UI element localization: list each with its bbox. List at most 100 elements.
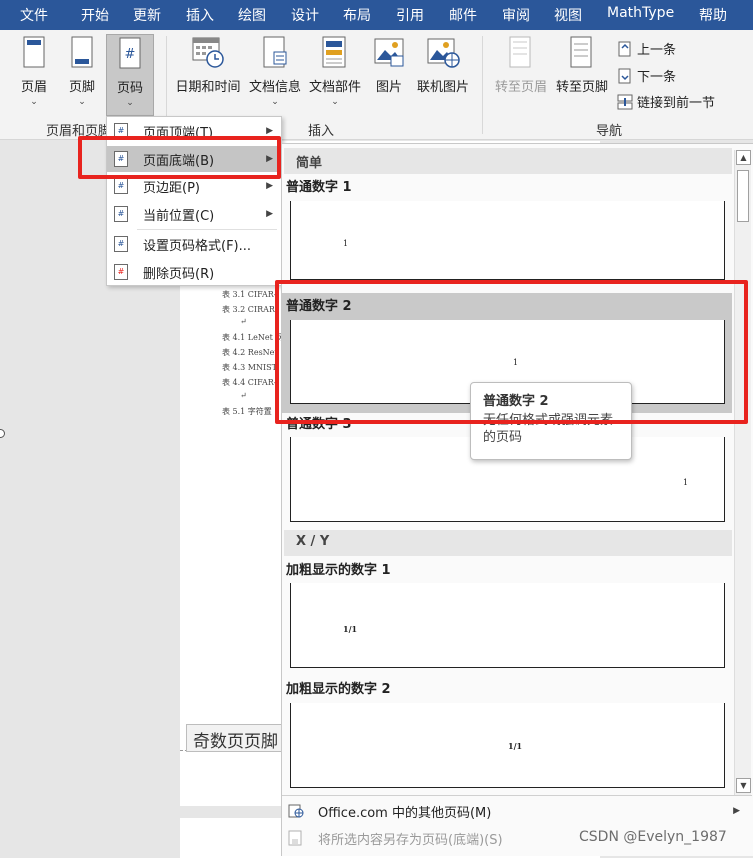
format-page-numbers-icon: # (114, 236, 128, 252)
chevron-down-icon: ⌄ (331, 97, 339, 107)
more-page-numbers-item[interactable]: Office.com 中的其他页码(M) ▶ (282, 798, 752, 824)
scroll-up-icon[interactable]: ▲ (736, 150, 751, 165)
gallery-section-xy: X / Y (284, 530, 732, 556)
toc-line: 表 4.4 CIFAR- (222, 378, 277, 387)
gallery-scrollbar[interactable]: ▲ ▼ (734, 150, 751, 795)
page-number-icon: # (119, 37, 141, 69)
next-button[interactable]: 下一条 (617, 66, 676, 85)
gallery-section-simple: 简单 (284, 148, 732, 174)
next-section-icon (618, 68, 631, 83)
chevron-down-icon: ⌄ (271, 97, 279, 107)
header-label: 页眉 (20, 80, 47, 95)
tab-review[interactable]: 审阅 (502, 5, 530, 25)
page-number-preview: 1/1 (508, 741, 523, 751)
tab-home[interactable]: 开始 (81, 5, 109, 25)
previous-section-icon (618, 41, 631, 56)
page-number-preview: 1 (683, 478, 689, 487)
menu-divider (137, 229, 277, 230)
tab-update[interactable]: 更新 (133, 5, 161, 25)
doc-parts-label: 文档部件 (308, 80, 361, 95)
tab-file[interactable]: 文件 (20, 5, 48, 25)
footer-icon (71, 36, 93, 68)
goto-footer-label: 转至页脚 (555, 80, 608, 95)
link-previous-icon (617, 94, 633, 109)
tab-layout[interactable]: 布局 (343, 5, 371, 25)
online-picture-label: 联机图片 (416, 80, 469, 95)
group-label-insert: 插入 (308, 124, 335, 139)
chevron-down-icon: ⌄ (126, 98, 134, 108)
footer-label: 页脚 (68, 80, 95, 95)
goto-footer-icon (570, 36, 592, 68)
header-icon (23, 36, 45, 68)
doc-info-button[interactable]: 文档信息 ⌄ (246, 36, 304, 107)
gallery-divider (282, 795, 752, 796)
gallery-item-bold-number-1[interactable]: 1/1 (290, 583, 725, 668)
online-picture-button[interactable]: 联机图片 (412, 36, 474, 95)
group-label-navigation: 导航 (596, 124, 623, 139)
office-online-icon (288, 804, 304, 818)
picture-label: 图片 (375, 80, 402, 95)
gallery-item-title: 加粗显示的数字 2 (286, 682, 391, 697)
link-previous-button[interactable]: 链接到前一节 (617, 92, 715, 111)
toc-line: 表 5.1 字符置 (222, 407, 272, 416)
page-number-label: 页码 (116, 81, 143, 96)
document-parts-icon (322, 36, 346, 68)
chevron-right-icon: ▶ (266, 126, 273, 136)
menu-item-current-position[interactable]: # 当前位置(C) ▶ (107, 201, 283, 227)
tab-mailings[interactable]: 邮件 (449, 5, 477, 25)
goto-header-button[interactable]: 转至页眉 (490, 36, 552, 95)
bottom-of-page-gallery: 简单 普通数字 1 1 普通数字 2 1 普通数字 3 1 X / Y 加粗显示… (281, 143, 753, 856)
page-number-preview: 1/1 (343, 624, 358, 634)
picture-button[interactable]: 图片 (368, 36, 410, 95)
previous-button[interactable]: 上一条 (617, 39, 676, 58)
doc-info-label: 文档信息 (248, 80, 301, 95)
save-to-gallery-icon (288, 830, 302, 846)
menu-item-format-page-numbers[interactable]: # 设置页码格式(F)... (107, 231, 283, 257)
remove-page-numbers-icon: # (114, 264, 128, 280)
online-picture-icon (427, 38, 460, 68)
menu-item-remove-page-numbers[interactable]: # 删除页码(R) (107, 259, 283, 285)
tab-mathtype[interactable]: MathType (607, 5, 674, 21)
tab-draw[interactable]: 绘图 (238, 5, 266, 25)
page-number-preview: 1 (343, 239, 349, 248)
chevron-right-icon: ▶ (266, 209, 273, 219)
goto-header-icon (509, 36, 531, 68)
tab-references[interactable]: 引用 (396, 5, 424, 25)
picture-icon (374, 38, 404, 67)
chevron-right-icon: ▶ (733, 806, 740, 816)
document-info-icon (263, 36, 287, 68)
page-number-button[interactable]: # 页码 ⌄ (106, 34, 154, 116)
ribbon-tab-bar: 文件 开始 更新 插入 绘图 设计 布局 引用 邮件 审阅 视图 MathTyp… (0, 0, 753, 30)
highlight-plain-number-2 (275, 280, 748, 424)
tab-design[interactable]: 设计 (291, 5, 319, 25)
tab-view[interactable]: 视图 (554, 5, 582, 25)
current-position-icon: # (114, 206, 128, 222)
page-margins-icon: # (114, 178, 128, 194)
toc-line: ↵ (240, 391, 247, 400)
calendar-clock-icon (192, 37, 224, 68)
doc-parts-button[interactable]: 文档部件 ⌄ (306, 36, 364, 107)
gallery-item-bold-number-2[interactable]: 1/1 (290, 703, 725, 788)
link-previous-label: 链接到前一节 (637, 96, 716, 111)
goto-footer-button[interactable]: 转至页脚 (552, 36, 612, 95)
next-label: 下一条 (637, 70, 677, 85)
chevron-down-icon: ⌄ (78, 97, 86, 107)
header-button[interactable]: 页眉 ⌄ (14, 36, 54, 107)
footer-button[interactable]: 页脚 ⌄ (62, 36, 102, 107)
chevron-down-icon: ⌄ (30, 97, 38, 107)
odd-page-footer-tag: 奇数页页脚 (186, 724, 284, 752)
gallery-item-title: 普通数字 1 (286, 180, 352, 195)
gallery-item-plain-number-1[interactable]: 1 (290, 201, 725, 280)
toc-line: 表 4.3 MNIST (222, 363, 277, 372)
gallery-item-title: 加粗显示的数字 1 (286, 563, 391, 578)
date-time-button[interactable]: 日期和时间 (172, 36, 244, 95)
scrollbar-thumb[interactable] (737, 170, 749, 222)
toc-line: 表 3.2 CIRAR (222, 305, 275, 314)
previous-label: 上一条 (637, 43, 677, 58)
ribbon-divider (482, 36, 483, 134)
toc-line: ↵ (240, 317, 247, 326)
scroll-down-icon[interactable]: ▼ (736, 778, 751, 793)
svg-text:#: # (125, 47, 136, 62)
tab-help[interactable]: 帮助 (699, 5, 727, 25)
tab-insert[interactable]: 插入 (186, 5, 214, 25)
